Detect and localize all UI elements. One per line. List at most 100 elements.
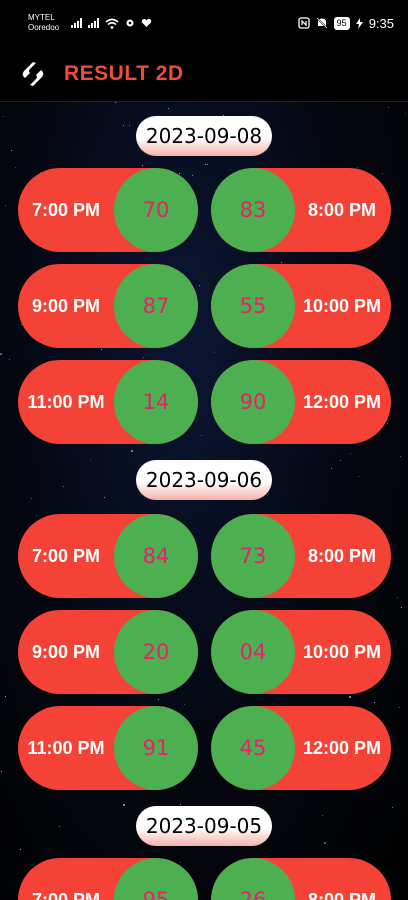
star bbox=[143, 357, 144, 358]
star bbox=[374, 702, 375, 703]
result-card[interactable]: 11:00 PM 14 bbox=[18, 360, 198, 444]
star bbox=[281, 262, 282, 263]
star bbox=[184, 704, 185, 705]
result-number: 90 bbox=[211, 360, 295, 444]
star bbox=[392, 807, 393, 808]
draw-time: 9:00 PM bbox=[31, 296, 101, 316]
star bbox=[5, 205, 6, 206]
star bbox=[350, 453, 351, 454]
star bbox=[104, 497, 105, 498]
result-card[interactable]: 90 12:00 PM bbox=[211, 360, 391, 444]
draw-time: 10:00 PM bbox=[302, 642, 382, 662]
star bbox=[123, 125, 124, 126]
carrier-labels: MYTEL Ooredoo bbox=[28, 13, 59, 33]
star bbox=[322, 815, 323, 816]
star bbox=[207, 164, 208, 165]
result-card[interactable]: 7:00 PM 84 bbox=[18, 514, 198, 598]
status-left: MYTEL Ooredoo bbox=[28, 13, 152, 33]
result-card[interactable]: 04 10:00 PM bbox=[211, 610, 391, 694]
star bbox=[63, 486, 64, 487]
star bbox=[331, 468, 332, 469]
date-header: 2023-09-08 bbox=[136, 116, 272, 156]
star bbox=[101, 349, 102, 350]
draw-time: 11:00 PM bbox=[27, 392, 105, 412]
result-card[interactable]: 7:00 PM 95 bbox=[18, 858, 198, 900]
wifi-icon bbox=[105, 18, 119, 29]
star bbox=[9, 359, 10, 360]
star bbox=[401, 607, 402, 608]
result-number: 14 bbox=[114, 360, 198, 444]
star bbox=[192, 175, 193, 176]
star bbox=[90, 460, 91, 461]
star bbox=[230, 169, 231, 170]
star bbox=[31, 498, 32, 499]
star bbox=[180, 862, 181, 863]
star bbox=[0, 353, 2, 355]
heart-icon bbox=[141, 18, 152, 27]
result-card[interactable]: 83 8:00 PM bbox=[211, 168, 391, 252]
star bbox=[268, 493, 269, 494]
draw-time: 12:00 PM bbox=[302, 738, 382, 758]
star bbox=[205, 164, 206, 165]
result-card[interactable]: 9:00 PM 20 bbox=[18, 610, 198, 694]
carrier-2: Ooredoo bbox=[28, 23, 60, 32]
star bbox=[168, 108, 169, 109]
star bbox=[199, 285, 200, 286]
result-card[interactable]: 9:00 PM 87 bbox=[18, 264, 198, 348]
star bbox=[324, 842, 326, 844]
result-number: 26 bbox=[211, 858, 295, 900]
status-bar: MYTEL Ooredoo 95 9:35 bbox=[0, 0, 408, 46]
result-number: 73 bbox=[211, 514, 295, 598]
star bbox=[142, 165, 143, 166]
star bbox=[131, 450, 133, 452]
result-number: 87 bbox=[114, 264, 198, 348]
star bbox=[115, 102, 116, 103]
signal-2-icon bbox=[88, 18, 100, 28]
star bbox=[179, 173, 180, 174]
result-number: 70 bbox=[114, 168, 198, 252]
star bbox=[349, 696, 351, 698]
draw-time: 11:00 PM bbox=[27, 738, 105, 758]
star bbox=[20, 849, 21, 850]
draw-time: 8:00 PM bbox=[307, 546, 377, 566]
draw-time: 7:00 PM bbox=[31, 890, 101, 900]
star bbox=[399, 707, 400, 708]
draw-time: 10:00 PM bbox=[302, 296, 382, 316]
result-card[interactable]: 73 8:00 PM bbox=[211, 514, 391, 598]
result-card[interactable]: 7:00 PM 70 bbox=[18, 168, 198, 252]
star bbox=[201, 435, 202, 436]
result-card[interactable]: 45 12:00 PM bbox=[211, 706, 391, 790]
draw-time: 8:00 PM bbox=[307, 200, 377, 220]
battery-icon: 95 bbox=[333, 16, 350, 30]
charging-icon bbox=[355, 17, 363, 29]
star bbox=[397, 597, 398, 598]
result-number: 45 bbox=[211, 706, 295, 790]
app-bar: RESULT 2D bbox=[0, 46, 408, 102]
star bbox=[59, 826, 60, 827]
star bbox=[158, 699, 159, 700]
star bbox=[400, 456, 401, 457]
result-number: 84 bbox=[114, 514, 198, 598]
result-card[interactable]: 26 8:00 PM bbox=[211, 858, 391, 900]
star bbox=[405, 113, 406, 114]
star bbox=[129, 125, 130, 126]
star bbox=[214, 352, 215, 353]
draw-time: 7:00 PM bbox=[31, 200, 101, 220]
result-number: 95 bbox=[114, 858, 198, 900]
star bbox=[11, 150, 12, 151]
draw-time: 8:00 PM bbox=[307, 890, 377, 900]
result-card[interactable]: 11:00 PM 91 bbox=[18, 706, 198, 790]
star bbox=[15, 167, 16, 168]
results-list[interactable]: 2023-09-08 7:00 PM 70 83 8:00 PM 9:00 PM… bbox=[0, 102, 408, 900]
result-number: 20 bbox=[114, 610, 198, 694]
signal-icon bbox=[71, 18, 83, 28]
settings-icon bbox=[126, 19, 134, 27]
star bbox=[340, 460, 341, 461]
star bbox=[358, 476, 359, 477]
result-card[interactable]: 55 10:00 PM bbox=[211, 264, 391, 348]
star bbox=[1, 771, 2, 772]
star bbox=[5, 696, 6, 697]
app-logo-icon bbox=[22, 61, 44, 86]
date-header: 2023-09-06 bbox=[136, 460, 272, 500]
nfc-icon bbox=[298, 17, 310, 29]
